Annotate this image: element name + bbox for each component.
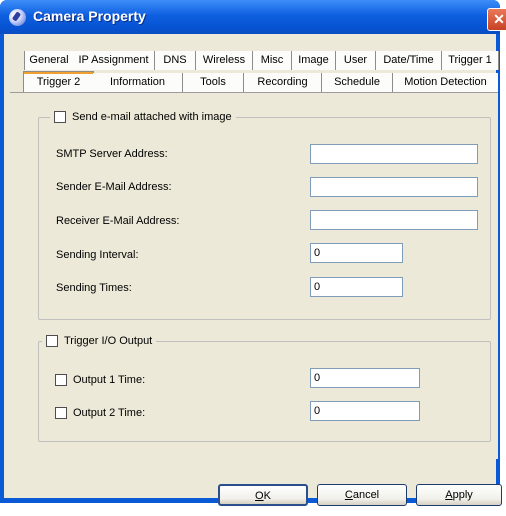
window-title: Camera Property — [33, 8, 146, 24]
apply-button[interactable]: Apply — [416, 484, 502, 506]
tab-general[interactable]: General — [24, 51, 74, 70]
receiver-email-label: Receiver E-Mail Address: — [56, 215, 180, 227]
tab-ip-assignment[interactable]: IP Assignment — [73, 51, 155, 70]
output-2-time-input[interactable]: 0 — [310, 401, 420, 421]
output-1-checkbox[interactable] — [55, 374, 67, 386]
tab-image[interactable]: Image — [292, 51, 336, 70]
tab-misc[interactable]: Misc — [253, 51, 292, 70]
ok-button[interactable]: OK — [218, 484, 308, 506]
output-2-row: Output 2 Time: — [55, 407, 145, 419]
receiver-email-input[interactable] — [310, 210, 478, 230]
sender-email-input[interactable] — [310, 177, 478, 197]
output-1-row: Output 1 Time: — [55, 374, 145, 386]
tab-recording[interactable]: Recording — [244, 73, 322, 92]
smtp-server-input[interactable] — [310, 144, 478, 164]
tab-information[interactable]: Information — [93, 73, 183, 92]
close-button[interactable]: ✕ — [487, 8, 506, 31]
output-1-time-input[interactable]: 0 — [310, 368, 420, 388]
io-group-box — [38, 341, 491, 442]
camera-property-window: Camera Property ✕ General IP Assignment … — [0, 0, 506, 506]
trigger-io-checkbox[interactable] — [46, 335, 58, 347]
sending-interval-input[interactable]: 0 — [310, 243, 403, 263]
smtp-server-label: SMTP Server Address: — [56, 148, 168, 160]
tab-dns[interactable]: DNS — [155, 51, 196, 70]
cancel-button[interactable]: Cancel — [317, 484, 407, 506]
camera-app-icon — [9, 9, 26, 26]
tab-trigger-1[interactable]: Trigger 1 — [442, 51, 499, 70]
title-bar[interactable]: Camera Property — [0, 0, 500, 34]
output-2-label: Output 2 Time: — [73, 407, 146, 419]
send-email-checkbox[interactable] — [54, 111, 66, 123]
sending-times-label: Sending Times: — [56, 282, 132, 294]
sending-interval-label: Sending Interval: — [56, 249, 139, 261]
tab-schedule[interactable]: Schedule — [322, 73, 393, 92]
io-group-header: Trigger I/O Output — [42, 335, 157, 347]
tab-trigger-2[interactable]: Trigger 2 — [23, 71, 94, 93]
sending-times-input[interactable]: 0 — [310, 277, 403, 297]
tab-wireless[interactable]: Wireless — [196, 51, 253, 70]
tab-tools[interactable]: Tools — [183, 73, 244, 92]
tab-date-time[interactable]: Date/Time — [376, 51, 442, 70]
output-2-checkbox[interactable] — [55, 407, 67, 419]
tab-motion-detection[interactable]: Motion Detection — [393, 73, 498, 92]
output-1-label: Output 1 Time: — [73, 374, 146, 386]
sender-email-label: Sender E-Mail Address: — [56, 181, 172, 193]
trigger-io-label: Trigger I/O Output — [64, 335, 153, 347]
send-email-label: Send e-mail attached with image — [72, 111, 232, 123]
email-group-header: Send e-mail attached with image — [50, 111, 236, 123]
tab-user[interactable]: User — [336, 51, 376, 70]
